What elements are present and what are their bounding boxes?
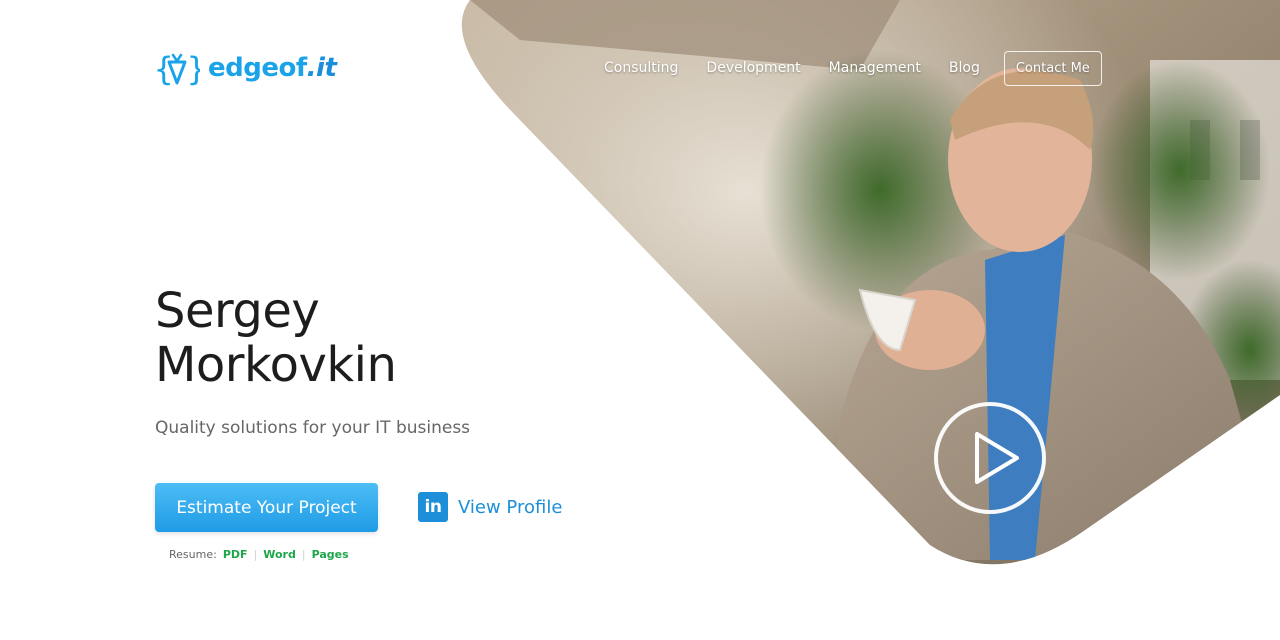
resume-links: Resume: PDF | Word | Pages: [169, 548, 349, 561]
resume-word-link[interactable]: Word: [263, 548, 296, 561]
hero-name: Sergey Morkovkin: [155, 283, 397, 393]
nav-development[interactable]: Development: [692, 60, 814, 76]
hero-tagline: Quality solutions for your IT business: [155, 418, 471, 438]
view-profile-label: View Profile: [458, 496, 563, 518]
last-name: Morkovkin: [155, 337, 397, 393]
logo-carrot-icon: { }: [154, 50, 200, 88]
nav-management[interactable]: Management: [815, 60, 935, 76]
divider: |: [253, 548, 258, 561]
linkedin-icon: in: [418, 492, 448, 522]
first-name: Sergey: [155, 283, 320, 339]
logo-text: edgeof.it: [208, 53, 337, 83]
view-profile-link[interactable]: in View Profile: [418, 492, 562, 522]
logo[interactable]: { } edgeof.it: [154, 46, 337, 90]
svg-text:}: }: [187, 50, 200, 88]
logo-suffix: .it: [306, 53, 337, 83]
nav-consulting[interactable]: Consulting: [590, 60, 692, 76]
main-nav: Consulting Development Management Blog C…: [590, 50, 1102, 86]
divider: |: [301, 548, 306, 561]
logo-main: edgeof: [208, 53, 307, 83]
nav-blog[interactable]: Blog: [935, 60, 994, 76]
resume-label: Resume:: [169, 548, 217, 561]
resume-pages-link[interactable]: Pages: [312, 548, 349, 561]
play-icon[interactable]: [933, 401, 1047, 515]
contact-me-button[interactable]: Contact Me: [1003, 50, 1102, 86]
estimate-project-button[interactable]: Estimate Your Project: [155, 483, 378, 532]
resume-pdf-link[interactable]: PDF: [223, 548, 248, 561]
